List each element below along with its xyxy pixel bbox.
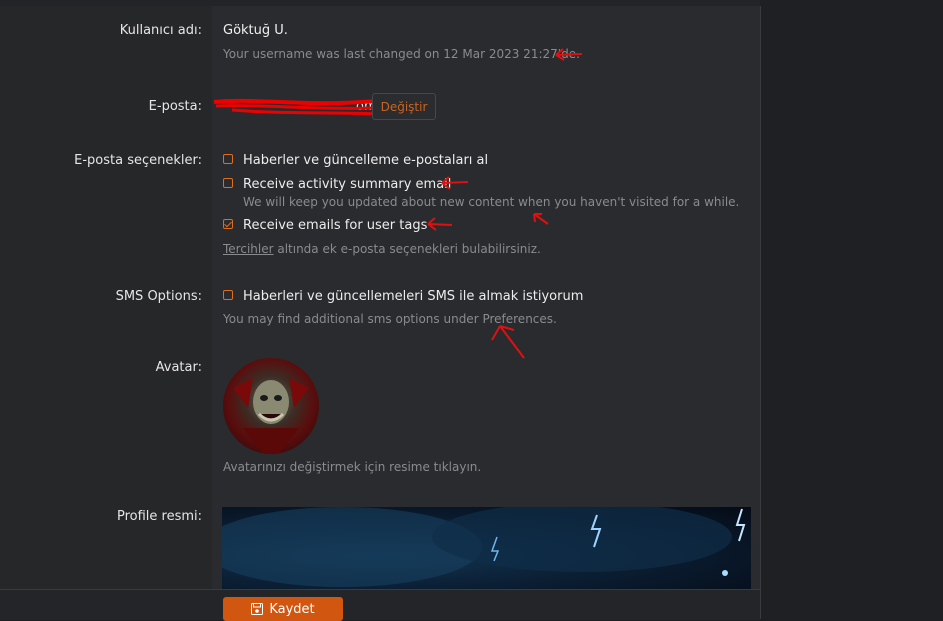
avatar-label: Avatar: — [155, 360, 202, 375]
red-arrow-icon — [441, 176, 469, 190]
banner-art — [222, 507, 746, 587]
save-button-label: Kaydet — [269, 601, 315, 617]
email-opt3-label[interactable]: Receive emails for user tags — [243, 218, 427, 233]
email-opt2-label[interactable]: Receive activity summary email — [243, 177, 451, 192]
email-prefs-note: Tercihler altında ek e-posta seçenekleri… — [223, 242, 541, 256]
email-options-label: E-posta seçenekler: — [74, 153, 202, 168]
form-footer — [0, 589, 760, 620]
email-opt1-checkbox[interactable] — [223, 154, 233, 164]
floppy-disk-icon — [251, 603, 264, 615]
red-arrow-icon — [491, 325, 525, 359]
save-button[interactable]: Kaydet — [223, 597, 343, 621]
sms-opt-checkbox[interactable] — [223, 290, 233, 300]
profile-image-label: Profile resmi: — [116, 509, 202, 524]
email-opt2-checkbox[interactable] — [223, 178, 233, 188]
email-opt2-hint: We will keep you updated about new conte… — [243, 195, 740, 209]
red-arrow-icon — [555, 48, 583, 61]
red-arrow-icon — [427, 217, 453, 231]
change-email-button[interactable]: Değiştir — [372, 93, 436, 120]
preferences-link[interactable]: Tercihler — [223, 242, 274, 256]
sms-hint-prefix: You may find additional sms options unde… — [223, 312, 483, 326]
sms-hint-suffix: . — [553, 312, 557, 326]
username-value: Göktuğ U. — [223, 23, 288, 38]
avatar-image[interactable] — [223, 358, 319, 454]
profile-banner-image[interactable] — [222, 507, 751, 589]
username-change-note: Your username was last changed on 12 Mar… — [223, 47, 580, 61]
username-label: Kullanıcı adı: — [119, 23, 202, 38]
right-gutter — [761, 0, 943, 619]
avatar-art — [233, 378, 309, 454]
email-opt1-label[interactable]: Haberler ve güncelleme e-postaları al — [243, 153, 488, 168]
sms-opt-label[interactable]: Haberleri ve güncellemeleri SMS ile alma… — [243, 289, 583, 304]
labels-column — [0, 6, 212, 619]
sms-options-label: SMS Options: — [115, 289, 202, 304]
avatar-hint: Avatarınızı değiştirmek için resime tıkl… — [223, 460, 482, 474]
email-opt3-checkbox[interactable] — [223, 219, 233, 229]
red-arrow-icon — [533, 213, 549, 225]
prefs-note-suffix: altında ek e-posta seçenekleri bulabilir… — [273, 242, 541, 256]
email-label: E-posta: — [148, 99, 202, 114]
